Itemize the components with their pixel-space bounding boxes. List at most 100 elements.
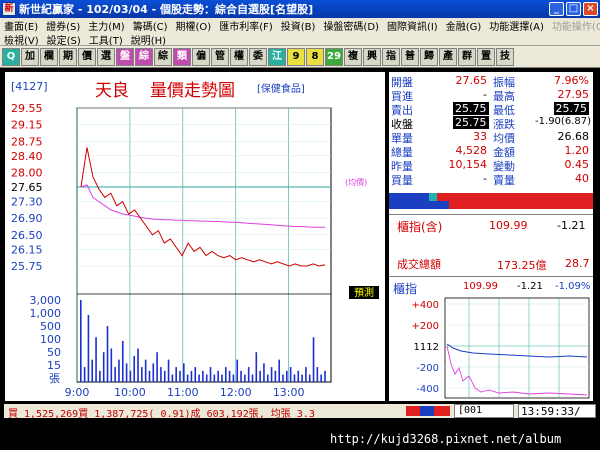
- toolbar-button-10[interactable]: 偏: [192, 47, 210, 66]
- volume-bar: [91, 359, 94, 382]
- menu-item-1[interactable]: 證券(S): [42, 18, 84, 33]
- window-title: 新世紀贏家 - 102/03/04 - 個股走勢：綜合自選股[名望股]: [19, 3, 314, 16]
- volume-bar: [152, 363, 155, 382]
- y-tick-label: 28.75: [11, 135, 43, 148]
- total-vol-value: 4,528: [455, 144, 488, 157]
- volume-bar: [163, 370, 166, 382]
- buy-vol-label: 買量: [391, 174, 413, 187]
- y-tick-label: 29.55: [11, 102, 43, 115]
- toolbar-button-26[interactable]: 技: [496, 47, 514, 66]
- volume-bar: [251, 374, 254, 382]
- mini-tick-label: +200: [412, 321, 439, 332]
- toolbar-button-5[interactable]: 選: [97, 47, 115, 66]
- toolbar-button-4[interactable]: 價: [78, 47, 96, 66]
- title-bar: 新 新世紀贏家 - 102/03/04 - 個股走勢：綜合自選股[名望股] _ …: [0, 0, 600, 18]
- menu-item-row2-3[interactable]: 說明(H): [127, 32, 170, 47]
- toolbar-button-19[interactable]: 興: [363, 47, 381, 66]
- volume-bar: [171, 374, 174, 382]
- volume-bar: [324, 370, 326, 382]
- volume-bar: [236, 359, 239, 382]
- volume-bar: [202, 370, 204, 382]
- menu-item-3[interactable]: 籌碼(C): [129, 18, 172, 33]
- volume-bar: [259, 370, 261, 382]
- menu-item-8[interactable]: 國際資訊(I): [383, 18, 442, 33]
- menu-item-row2-0[interactable]: 檢視(V): [0, 32, 43, 47]
- amp-value: 7.96%: [554, 74, 589, 87]
- toolbar-button-8[interactable]: 綜: [154, 47, 172, 66]
- menu-item-9[interactable]: 金融(G): [442, 18, 486, 33]
- y-tick-label: 28.00: [11, 166, 43, 179]
- toolbar-button-0[interactable]: Q: [2, 47, 20, 66]
- toolbar-button-20[interactable]: 指: [382, 47, 400, 66]
- toolbar-button-21[interactable]: 普: [401, 47, 419, 66]
- toolbar-button-22[interactable]: 歸: [420, 47, 438, 66]
- x-tick-label: 10:00: [114, 386, 146, 399]
- volume-bar: [95, 337, 97, 382]
- command-input[interactable]: [001: [454, 404, 514, 418]
- volume-bar: [179, 370, 181, 382]
- quote-row-yvol: 昨量 10,154 變動 0.45: [389, 158, 595, 173]
- toolbar-button-12[interactable]: 權: [230, 47, 248, 66]
- quote-row-close: 收盤 25.75 漲跌 -1.90(6.87): [389, 116, 595, 131]
- menu-item-row2-2[interactable]: 工具(T): [85, 32, 127, 47]
- y-tick-label: 27.65: [11, 181, 43, 194]
- volume-bar: [190, 370, 193, 382]
- mini-frame: [444, 297, 590, 399]
- menu-item-11[interactable]: 功能操作(O): [548, 18, 600, 33]
- toolbar-button-15[interactable]: 9: [287, 47, 305, 66]
- minimize-button[interactable]: _: [549, 2, 564, 16]
- predict-label: 預測: [354, 286, 374, 299]
- menu-item-10[interactable]: 功能選擇(A): [485, 18, 548, 33]
- volume-bar: [102, 352, 105, 382]
- quote-row-bidask-vol: 買量 - 賣量 40: [389, 172, 595, 187]
- toolbar-button-16[interactable]: 8: [306, 47, 324, 66]
- menu-item-5[interactable]: 匯市利率(F): [215, 18, 277, 33]
- toolbar-button-6[interactable]: 盤: [116, 47, 134, 66]
- volume-bar: [209, 367, 212, 382]
- volume-bar: [160, 367, 162, 382]
- toolbar-button-23[interactable]: 產: [439, 47, 457, 66]
- menu-item-6[interactable]: 投資(B): [277, 18, 320, 33]
- sell-vol-value: 40: [575, 172, 589, 185]
- menu-item-row2-1[interactable]: 設定(S): [43, 32, 85, 47]
- toolbar-button-2[interactable]: 欄: [40, 47, 58, 66]
- toolbar-button-1[interactable]: 加: [21, 47, 39, 66]
- menu-item-2[interactable]: 主力(M): [84, 18, 128, 33]
- avg-price-value: 26.68: [557, 130, 590, 143]
- volume-bar: [106, 326, 109, 382]
- trade-summary: 買 1,525,269買 1,387,725( 0.91)成 603,192張,…: [8, 409, 315, 420]
- menu-item-4[interactable]: 期權(O): [172, 18, 216, 33]
- toolbar-button-24[interactable]: 群: [458, 47, 476, 66]
- unit-value: 33: [473, 130, 487, 143]
- volume-bar: [156, 352, 158, 382]
- menu-item-0[interactable]: 畫面(E): [0, 18, 42, 33]
- toolbar-button-14[interactable]: 江: [268, 47, 286, 66]
- toolbar-button-3[interactable]: 期: [59, 47, 77, 66]
- mini-index-chart[interactable]: +400 +200 1112 -200 -400: [389, 296, 593, 400]
- volume-tick-label: 3,000: [30, 294, 62, 307]
- maximize-button[interactable]: □: [566, 2, 581, 16]
- avg-price-legend: (均價): [345, 177, 367, 187]
- turnover-value: 173.25億: [497, 259, 547, 272]
- volume-bar: [263, 363, 265, 382]
- toolbar-button-11[interactable]: 管: [211, 47, 229, 66]
- close-button[interactable]: ×: [583, 2, 598, 16]
- volume-tick-label: 100: [40, 333, 61, 346]
- menu-item-7[interactable]: 操盤密碼(D): [319, 18, 383, 33]
- mini-index-value: 109.99: [463, 281, 498, 292]
- toolbar-button-18[interactable]: 複: [344, 47, 362, 66]
- volume-tick-label: 1,000: [30, 307, 62, 320]
- volume-tick-label: 50: [47, 346, 61, 359]
- toolbar-button-13[interactable]: 委: [249, 47, 267, 66]
- indicator-bars: [406, 406, 450, 416]
- toolbar-button-25[interactable]: 置: [477, 47, 495, 66]
- volume-bar: [183, 363, 185, 382]
- volume-bar: [255, 352, 258, 382]
- chart-canvas[interactable]: 9:00 10:00 11:00 12:00 13:00 29.55 29.15 28.75 2…: [5, 72, 385, 401]
- high-value: 27.95: [557, 88, 590, 101]
- price-volume-chart: [4127] 天良 量價走勢圖 [保健食品] 9:00 10:00 11:00 12:…: [4, 71, 386, 402]
- toolbar-button-17[interactable]: 29: [325, 47, 343, 66]
- toolbar-button-9[interactable]: 類: [173, 47, 191, 66]
- toolbar-button-7[interactable]: 綜: [135, 47, 153, 66]
- x-tick-label: 12:00: [220, 386, 252, 399]
